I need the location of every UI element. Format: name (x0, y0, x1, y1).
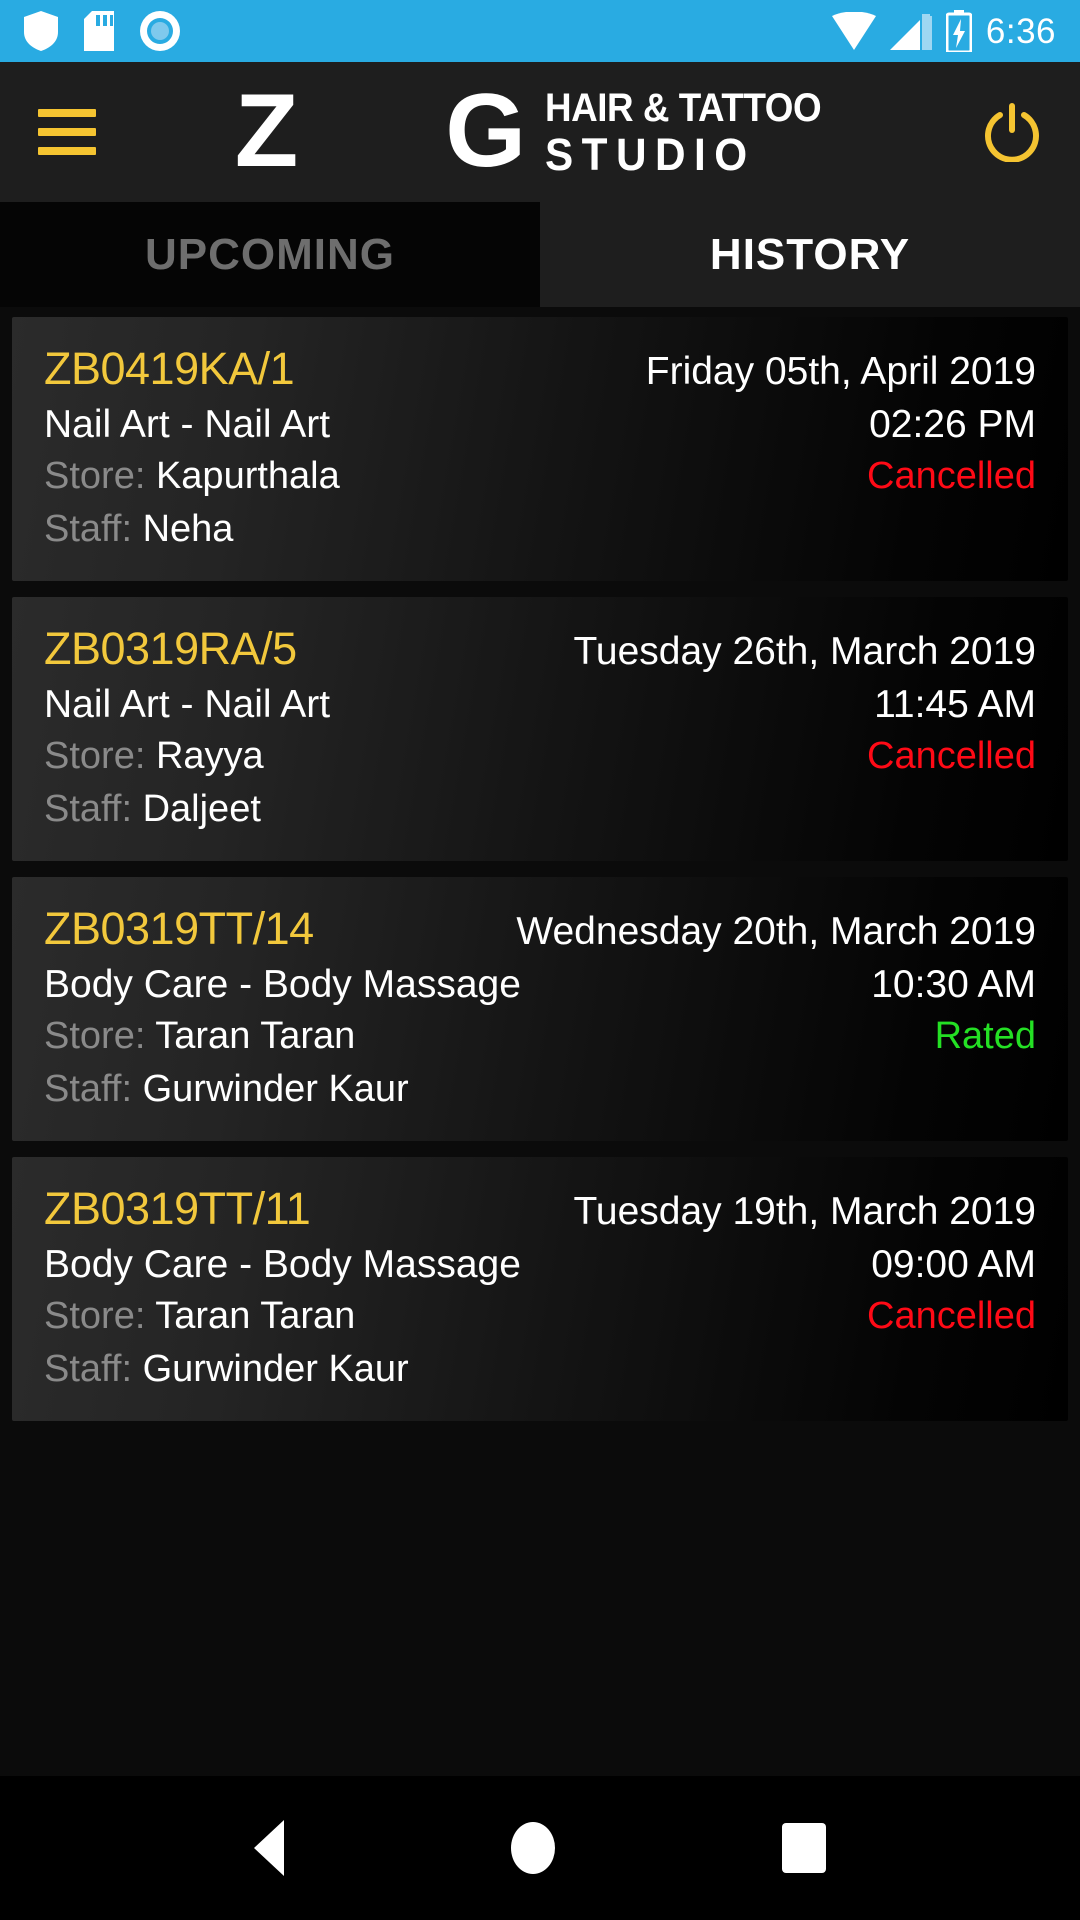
appointment-staff: Staff: Gurwinder Kaur (44, 1348, 409, 1391)
card-row-staff: Staff: Gurwinder Kaur (44, 1066, 1036, 1111)
sd-card-icon (84, 11, 114, 51)
card-row-code-date: ZB0319TT/11 Tuesday 19th, March 2019 (44, 1183, 1036, 1235)
card-row-staff: Staff: Gurwinder Kaur (44, 1346, 1036, 1391)
appointment-code: ZB0319RA/5 (44, 623, 297, 674)
appointment-code: ZB0319TT/11 (44, 1183, 311, 1234)
appointment-code: ZB0319TT/14 (44, 903, 314, 954)
tab-history[interactable]: HISTORY (540, 202, 1080, 307)
logo-letter-g: G (445, 73, 526, 190)
appointment-date: Friday 05th, April 2019 (645, 350, 1036, 393)
appointment-time: 11:45 AM (874, 683, 1036, 726)
status-bar-right-icons: 6:36 (831, 10, 1056, 52)
staff-label: Staff: (44, 1348, 133, 1390)
appointment-store: Store: Taran Taran (44, 1295, 355, 1338)
appointment-staff: Staff: Daljeet (44, 788, 261, 831)
logo-interlocking-rings-icon (295, 86, 445, 178)
store-value: Rayya (155, 735, 264, 777)
card-row-store-status: Store: Kapurthala Cancelled (44, 455, 1036, 498)
staff-value: Daljeet (142, 788, 261, 830)
card-row-staff: Staff: Neha (44, 506, 1036, 551)
appointment-service: Body Care - Body Massage (44, 963, 521, 1006)
staff-value: Neha (142, 508, 234, 550)
staff-label: Staff: (44, 1068, 133, 1110)
appointment-list[interactable]: ZB0419KA/1 Friday 05th, April 2019 Nail Ar… (0, 307, 1080, 1776)
appointment-service: Nail Art - Nail Art (44, 403, 331, 446)
card-row-service-time: Body Care - Body Massage 09:00 AM (44, 1243, 1036, 1287)
tab-upcoming[interactable]: UPCOMING (0, 202, 540, 307)
shield-icon (24, 11, 58, 51)
home-icon[interactable] (510, 1822, 555, 1874)
status-badge: Cancelled (867, 1295, 1036, 1337)
status-badge: Rated (934, 1015, 1036, 1057)
status-bar-left-icons (24, 11, 180, 51)
staff-value: Gurwinder Kaur (142, 1068, 409, 1110)
appointment-store: Store: Kapurthala (44, 455, 340, 498)
appointment-card[interactable]: ZB0319RA/5 Tuesday 26th, March 2019 Nail A… (12, 597, 1068, 861)
wifi-icon (831, 12, 876, 50)
tab-bar: UPCOMING HISTORY (0, 202, 1080, 307)
appointment-service: Nail Art - Nail Art (44, 683, 331, 726)
logo-wordmark: Z G (234, 73, 526, 190)
power-icon[interactable] (982, 102, 1042, 162)
status-badge: Cancelled (867, 455, 1036, 497)
appointment-staff: Staff: Neha (44, 508, 233, 551)
card-row-code-date: ZB0319RA/5 Tuesday 26th, March 2019 (44, 623, 1036, 675)
android-navigation-bar (0, 1776, 1080, 1920)
hamburger-menu-icon[interactable] (38, 109, 96, 155)
appointment-staff: Staff: Gurwinder Kaur (44, 1068, 409, 1111)
appointment-time: 09:00 AM (871, 1243, 1036, 1286)
card-row-staff: Staff: Daljeet (44, 786, 1036, 831)
card-row-store-status: Store: Rayya Cancelled (44, 735, 1036, 778)
card-row-code-date: ZB0319TT/14 Wednesday 20th, March 2019 (44, 903, 1036, 955)
store-value: Taran Taran (155, 1295, 356, 1337)
logo-letter-z: Z (234, 73, 299, 190)
logo-tagline-line2: STUDIO (545, 128, 756, 180)
store-label: Store: (44, 1015, 146, 1057)
appointment-date: Wednesday 20th, March 2019 (516, 910, 1036, 953)
appointment-card[interactable]: ZB0319TT/11 Tuesday 19th, March 2019 Body … (12, 1157, 1068, 1421)
card-row-service-time: Nail Art - Nail Art 02:26 PM (44, 403, 1036, 447)
staff-label: Staff: (44, 508, 133, 550)
status-badge: Cancelled (867, 735, 1036, 777)
app-logo: Z G HAIR & TATTOO STUDIO (0, 62, 1080, 202)
battery-charging-icon (945, 10, 972, 52)
appointment-store: Store: Rayya (44, 735, 264, 778)
logo-tagline: HAIR & TATTOO STUDIO (545, 88, 845, 177)
appointment-date: Tuesday 19th, March 2019 (573, 1190, 1037, 1233)
staff-label: Staff: (44, 788, 133, 830)
card-row-code-date: ZB0419KA/1 Friday 05th, April 2019 (44, 343, 1036, 395)
appointment-time: 10:30 AM (871, 963, 1036, 1006)
status-bar-clock: 6:36 (985, 11, 1056, 51)
status-bar: 6:36 (0, 0, 1080, 62)
appointment-card[interactable]: ZB0319TT/14 Wednesday 20th, March 2019 Bod… (12, 877, 1068, 1141)
card-row-service-time: Nail Art - Nail Art 11:45 AM (44, 683, 1036, 727)
store-value: Taran Taran (155, 1015, 356, 1057)
store-label: Store: (44, 735, 146, 777)
card-row-service-time: Body Care - Body Massage 10:30 AM (44, 963, 1036, 1007)
store-label: Store: (44, 455, 146, 497)
appointment-code: ZB0419KA/1 (44, 343, 295, 394)
recents-icon[interactable] (782, 1823, 827, 1873)
appointment-store: Store: Taran Taran (44, 1015, 355, 1058)
appointment-time: 02:26 PM (869, 403, 1036, 446)
store-value: Kapurthala (155, 455, 340, 497)
card-row-store-status: Store: Taran Taran Rated (44, 1015, 1036, 1058)
circle-record-icon (140, 11, 180, 51)
card-row-store-status: Store: Taran Taran Cancelled (44, 1295, 1036, 1338)
app-root: 6:36 Z G HAIR & TATTOO STUDIO UPCOMING H… (0, 0, 1080, 1920)
logo-tagline-line1: HAIR & TATTOO (545, 85, 822, 130)
back-icon[interactable] (253, 1820, 284, 1876)
staff-value: Gurwinder Kaur (142, 1348, 409, 1390)
appointment-card[interactable]: ZB0419KA/1 Friday 05th, April 2019 Nail Ar… (12, 317, 1068, 581)
app-header: Z G HAIR & TATTOO STUDIO (0, 62, 1080, 202)
cellular-signal-icon (889, 14, 932, 50)
appointment-service: Body Care - Body Massage (44, 1243, 521, 1286)
appointment-date: Tuesday 26th, March 2019 (573, 630, 1037, 673)
store-label: Store: (44, 1295, 146, 1337)
